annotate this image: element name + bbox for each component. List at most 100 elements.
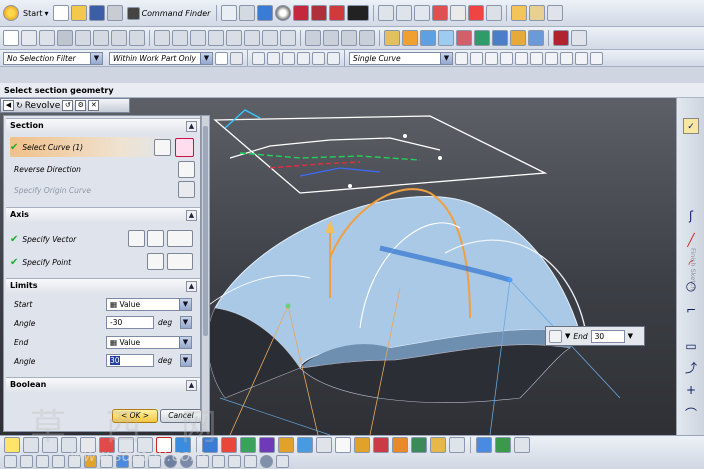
collapse-caret-icon[interactable]: ▲ bbox=[186, 121, 197, 132]
orbit-icon[interactable] bbox=[260, 455, 273, 468]
spheres-icon[interactable] bbox=[259, 436, 275, 453]
analysis-icon[interactable] bbox=[547, 5, 564, 21]
select-body-icon[interactable] bbox=[267, 51, 280, 65]
select-feature-icon[interactable] bbox=[252, 51, 265, 65]
texture-icon[interactable] bbox=[316, 436, 332, 453]
reverse-vector-button[interactable] bbox=[128, 230, 145, 247]
revolve-icon[interactable] bbox=[93, 30, 109, 46]
lightbulb-icon[interactable] bbox=[4, 436, 20, 453]
layer-settings-icon[interactable] bbox=[378, 5, 395, 21]
surface-icon[interactable] bbox=[305, 30, 321, 46]
end-point-icon[interactable] bbox=[485, 51, 498, 65]
chamfer-icon[interactable] bbox=[172, 30, 188, 46]
plot-icon[interactable] bbox=[449, 436, 465, 453]
trim-body-icon[interactable] bbox=[226, 30, 242, 46]
red-cube-icon[interactable] bbox=[293, 5, 310, 21]
reset-icon[interactable]: ↺ bbox=[62, 100, 74, 111]
datum-csys-icon[interactable] bbox=[39, 30, 55, 46]
mirror-icon[interactable] bbox=[280, 30, 296, 46]
origin-curve-button[interactable] bbox=[178, 181, 195, 198]
vector-inferred-dropdown[interactable] bbox=[167, 230, 193, 247]
line-icon[interactable]: ╱ bbox=[683, 232, 699, 248]
selection-scope-dropdown[interactable]: Within Work Part Only ▼ bbox=[109, 51, 213, 65]
finish-sketch-icon[interactable]: ✓ bbox=[683, 118, 699, 134]
stop-at-intersection-icon[interactable] bbox=[455, 51, 468, 65]
collapse-icon[interactable]: ◀ bbox=[3, 100, 14, 111]
point-snap-icon[interactable] bbox=[52, 455, 65, 468]
orient-view-icon[interactable] bbox=[239, 5, 256, 21]
help-icon[interactable] bbox=[514, 436, 530, 453]
polyline-icon[interactable]: ⤴ bbox=[683, 360, 699, 376]
follow-fillet-icon[interactable] bbox=[470, 51, 483, 65]
shaded-cube-icon[interactable] bbox=[257, 5, 274, 21]
offset-face-icon[interactable] bbox=[262, 30, 278, 46]
floating-end-input[interactable]: 30 bbox=[590, 329, 625, 343]
start-unit-dropdown[interactable]: ▼ bbox=[180, 316, 192, 329]
dialog-scrollbar[interactable] bbox=[201, 115, 210, 432]
photo-icon[interactable] bbox=[430, 436, 446, 453]
sketch-section-button[interactable] bbox=[154, 139, 171, 156]
record-icon[interactable] bbox=[553, 30, 569, 46]
record-icon[interactable] bbox=[244, 455, 257, 468]
collapse-caret-icon[interactable]: ▲ bbox=[186, 281, 197, 292]
point-inferred-dropdown[interactable] bbox=[167, 253, 193, 270]
dialog-titlebar[interactable]: ◀ ↻ Revolve ↺ ⚙ ✕ bbox=[0, 98, 130, 113]
grip-icon[interactable] bbox=[571, 30, 587, 46]
wire-icon[interactable] bbox=[36, 455, 49, 468]
print-icon[interactable] bbox=[106, 5, 123, 21]
section-view-icon[interactable] bbox=[311, 5, 328, 21]
clone-icon[interactable] bbox=[492, 30, 508, 46]
point-icon[interactable]: + bbox=[683, 382, 699, 398]
open-folder-icon[interactable] bbox=[70, 5, 87, 21]
axis-group-header[interactable]: Axis ▲ bbox=[6, 207, 200, 223]
camera-icon[interactable] bbox=[373, 436, 389, 453]
show-hide-icon[interactable] bbox=[450, 5, 467, 21]
quadrant-point-icon[interactable] bbox=[560, 51, 573, 65]
value-mode-icon[interactable] bbox=[549, 329, 562, 343]
fillet-icon[interactable]: ⌐ bbox=[683, 302, 699, 318]
stop-icon[interactable] bbox=[228, 455, 241, 468]
move-to-layer-icon[interactable] bbox=[396, 5, 413, 21]
scrollbar-thumb[interactable] bbox=[203, 126, 208, 336]
datum-plane-icon[interactable] bbox=[21, 30, 37, 46]
assembly-icon[interactable] bbox=[354, 436, 370, 453]
rectangle-icon[interactable]: ▭ bbox=[683, 338, 699, 354]
package-icon[interactable] bbox=[510, 30, 526, 46]
shell-icon[interactable] bbox=[190, 30, 206, 46]
end-mode-dropdown[interactable]: ▦ Value ▼ bbox=[106, 336, 192, 349]
section-group-header[interactable]: Section ▲ bbox=[6, 118, 200, 134]
reverse-direction-button[interactable] bbox=[178, 161, 195, 178]
existing-point-icon[interactable] bbox=[575, 51, 588, 65]
save-icon[interactable] bbox=[88, 5, 105, 21]
pause-icon[interactable] bbox=[212, 455, 225, 468]
magnet-icon[interactable] bbox=[4, 455, 17, 468]
mid-point-icon[interactable] bbox=[500, 51, 513, 65]
blend-icon[interactable] bbox=[154, 30, 170, 46]
material-icon[interactable] bbox=[297, 436, 313, 453]
limits-group-header[interactable]: Limits ▲ bbox=[6, 278, 200, 294]
settings-gear-icon[interactable]: ⚙ bbox=[75, 100, 87, 111]
sketch-icon[interactable] bbox=[3, 30, 19, 46]
point-dialog-button[interactable] bbox=[147, 253, 164, 270]
command-finder-button[interactable]: Command Finder bbox=[125, 4, 213, 22]
select-curve-icon[interactable] bbox=[312, 51, 325, 65]
zoom-icon[interactable] bbox=[276, 455, 289, 468]
reposition-icon[interactable] bbox=[456, 30, 472, 46]
point-on-curve-icon[interactable] bbox=[590, 51, 603, 65]
close-icon[interactable]: ✕ bbox=[88, 100, 100, 111]
start-mode-dropdown[interactable]: ▦ Value ▼ bbox=[106, 298, 192, 311]
draft-icon[interactable] bbox=[208, 30, 224, 46]
split-body-icon[interactable] bbox=[244, 30, 260, 46]
wcs-icon[interactable] bbox=[511, 5, 528, 21]
through-curves-icon[interactable] bbox=[323, 30, 339, 46]
select-curve-label-row[interactable]: ✔ Select Curve (1) bbox=[10, 138, 83, 156]
specify-point-row[interactable]: ✔ Specify Point bbox=[10, 253, 71, 271]
interference-icon[interactable] bbox=[528, 30, 544, 46]
studio-icon[interactable] bbox=[392, 436, 408, 453]
immediate-hide-icon[interactable] bbox=[468, 5, 485, 21]
extrude-icon[interactable] bbox=[75, 30, 91, 46]
more-options-icon[interactable] bbox=[486, 5, 503, 21]
point-icon[interactable] bbox=[57, 30, 73, 46]
layer-icon[interactable] bbox=[20, 455, 33, 468]
ruler-icon[interactable] bbox=[529, 5, 546, 21]
